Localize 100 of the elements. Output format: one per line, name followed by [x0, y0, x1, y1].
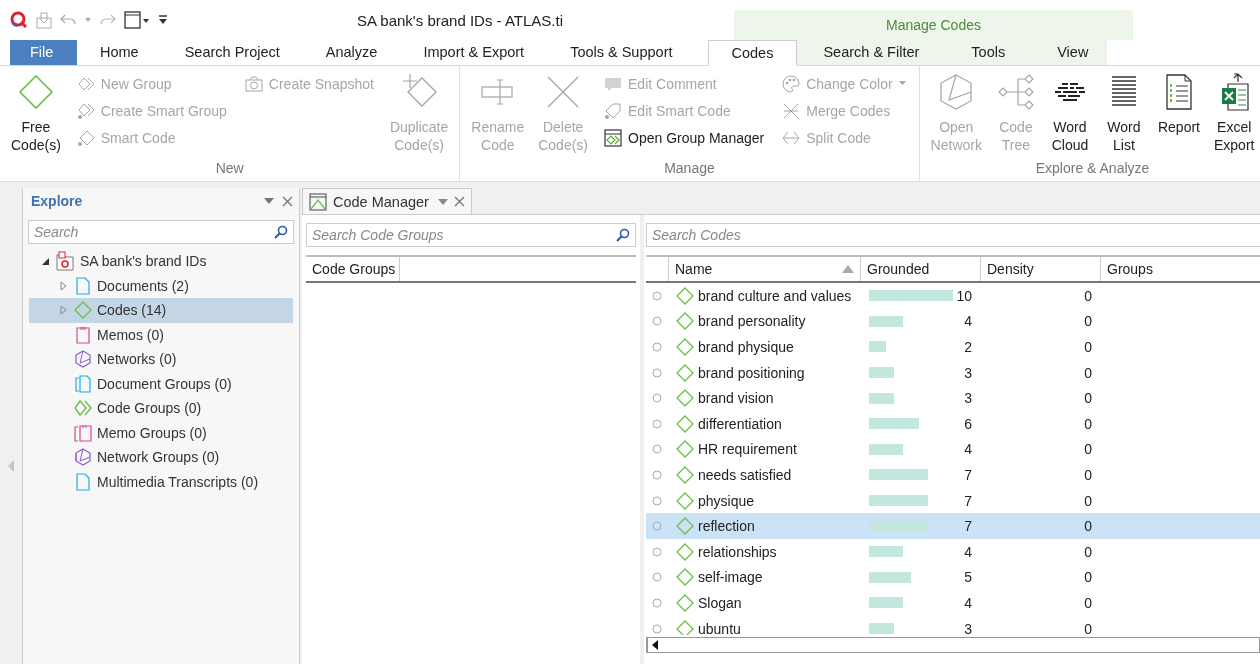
table-row[interactable]: reflection 7 0	[646, 513, 1260, 539]
table-cell-text: 3	[963, 364, 972, 381]
ribbon-button[interactable]: Free Code(s)	[6, 70, 66, 157]
table-row[interactable]: needs satisfied 7 0	[646, 462, 1260, 488]
table-cell-text: 4	[963, 441, 972, 458]
horizontal-scrollbar[interactable]	[646, 637, 1260, 653]
scroll-left-icon[interactable]	[652, 640, 658, 650]
close-icon[interactable]	[454, 196, 465, 207]
table-row[interactable]: self-image 5 0	[646, 564, 1260, 591]
ribbon-button[interactable]: Open Group Manager	[601, 124, 768, 151]
table-row[interactable]: HR requirement 4 0	[646, 436, 1260, 463]
window-layout-icon[interactable]	[124, 11, 150, 29]
row-marker-icon	[652, 469, 662, 480]
table-row[interactable]: brand positioning 3 0	[646, 359, 1260, 386]
collapse-handle-icon[interactable]	[8, 460, 14, 472]
code-name: needs satisfied	[698, 466, 792, 483]
ribbon-group-label: New	[214, 159, 245, 178]
row-marker-icon	[652, 546, 662, 557]
ribbon-tab[interactable]: Search Project	[161, 40, 303, 65]
tree-item[interactable]: Code Groups (0)	[29, 396, 293, 421]
tree-item[interactable]: Networks (0)	[29, 347, 293, 372]
dropdown-caret-icon[interactable]	[264, 198, 274, 204]
table-row[interactable]: ubuntu 3 0	[646, 615, 1260, 635]
table-cell-text: 2	[963, 339, 972, 355]
table-row[interactable]: differentiation 6 0	[646, 410, 1260, 437]
column-header[interactable]: Grounded	[860, 257, 980, 281]
grounded-bar	[869, 443, 903, 455]
expander-icon[interactable]	[41, 256, 50, 266]
ribbon-tab[interactable]: View	[1031, 40, 1115, 65]
ribbon-tab[interactable]: Analyze	[302, 40, 401, 65]
undo-icon[interactable]	[60, 13, 76, 27]
table-cell-text: 0	[1083, 594, 1093, 611]
ribbon-tab[interactable]: Import & Export	[400, 40, 548, 65]
column-header[interactable]: Density	[980, 257, 1100, 281]
table-cell-text: 0	[1083, 492, 1093, 509]
code-name: ubuntu	[698, 620, 741, 635]
tab-title: Code Manager	[333, 193, 430, 210]
diamond-icon	[676, 338, 694, 356]
diamond-icon	[676, 312, 694, 331]
ribbon-tab[interactable]: Codes	[707, 40, 798, 66]
table-row[interactable]: brand personality 4 0	[646, 308, 1260, 335]
tree-item[interactable]: SA bank's brand IDs	[29, 249, 293, 274]
table-cell-text: 0	[1083, 415, 1093, 432]
row-marker-icon	[652, 418, 662, 429]
ribbon-button[interactable]: Excel Export	[1209, 70, 1260, 157]
column-header[interactable]: Code Groups	[306, 257, 401, 281]
table-cell-text: 0	[1083, 569, 1093, 586]
row-marker-icon	[652, 572, 662, 583]
ribbon-tab[interactable]: Search & Filter	[797, 40, 946, 65]
document-group-icon	[74, 374, 92, 393]
save-icon[interactable]	[36, 11, 52, 29]
palette-icon	[782, 74, 801, 93]
dropdown-caret-icon[interactable]	[438, 198, 448, 205]
grounded-bar	[869, 315, 903, 327]
column-header[interactable]: Groups	[1100, 257, 1260, 281]
tree-item[interactable]: Multimedia Transcripts (0)	[29, 469, 293, 494]
ribbon-tab[interactable]: Home	[77, 40, 162, 65]
table-row[interactable]: Slogan 4 0	[646, 590, 1260, 616]
document-tab[interactable]: Code Manager	[302, 188, 472, 214]
grounded-bar	[869, 597, 903, 609]
search-field[interactable]: Search Codes	[646, 223, 1260, 247]
column-header[interactable]: Name	[668, 257, 860, 281]
close-icon[interactable]	[282, 195, 293, 207]
search-field[interactable]: Search Code Groups	[306, 223, 636, 247]
table-row[interactable]: relationships 4 0	[646, 538, 1260, 565]
file-tab[interactable]: File	[10, 40, 77, 65]
app-logo-icon[interactable]	[10, 11, 28, 29]
grounded-bar	[869, 392, 895, 404]
tree-item[interactable]: Codes (14)	[29, 298, 293, 323]
tree-item[interactable]: Document Groups (0)	[29, 371, 293, 396]
tree-item[interactable]: Network Groups (0)	[29, 445, 293, 470]
table-row[interactable]: physique 7 0	[646, 487, 1260, 514]
code-name: HR requirement	[698, 441, 797, 458]
group-manager-icon	[604, 128, 622, 147]
caret-icon[interactable]	[84, 17, 92, 23]
search-icon	[274, 225, 288, 239]
table-cell-text: 0	[1083, 620, 1093, 635]
table-cell-text: 4	[963, 313, 972, 330]
diamond-icon	[676, 593, 694, 612]
table-row[interactable]: brand culture and values 10 0	[646, 283, 1260, 309]
panel-title: Explore	[31, 193, 84, 209]
ribbon-button[interactable]: Report	[1152, 70, 1205, 157]
table-row[interactable]: brand physique 2 0	[646, 334, 1260, 360]
code-name: self-image	[698, 569, 763, 586]
diamond-icon	[74, 301, 92, 320]
tree-item[interactable]: Memo Groups (0)	[29, 420, 293, 445]
ribbon-group-label: Explore & Analyze	[1034, 159, 1151, 178]
search-field[interactable]: Search	[28, 220, 294, 244]
redo-icon[interactable]	[100, 13, 116, 27]
table-cell-text: 3	[963, 390, 972, 407]
ribbon-tab[interactable]: Tools	[945, 40, 1032, 65]
code-manager-icon	[309, 192, 327, 211]
tree-item[interactable]: Memos (0)	[29, 322, 293, 347]
table-row[interactable]: brand vision 3 0	[646, 385, 1260, 411]
table-cell-text: 0	[1083, 364, 1093, 381]
ribbon-button[interactable]: Word List	[1098, 70, 1149, 157]
ribbon-button[interactable]: Word Cloud	[1044, 70, 1095, 157]
customize-caret-icon[interactable]	[158, 15, 168, 25]
tree-item[interactable]: Documents (2)	[29, 273, 293, 298]
ribbon-tab[interactable]: Tools & Support	[547, 40, 696, 65]
